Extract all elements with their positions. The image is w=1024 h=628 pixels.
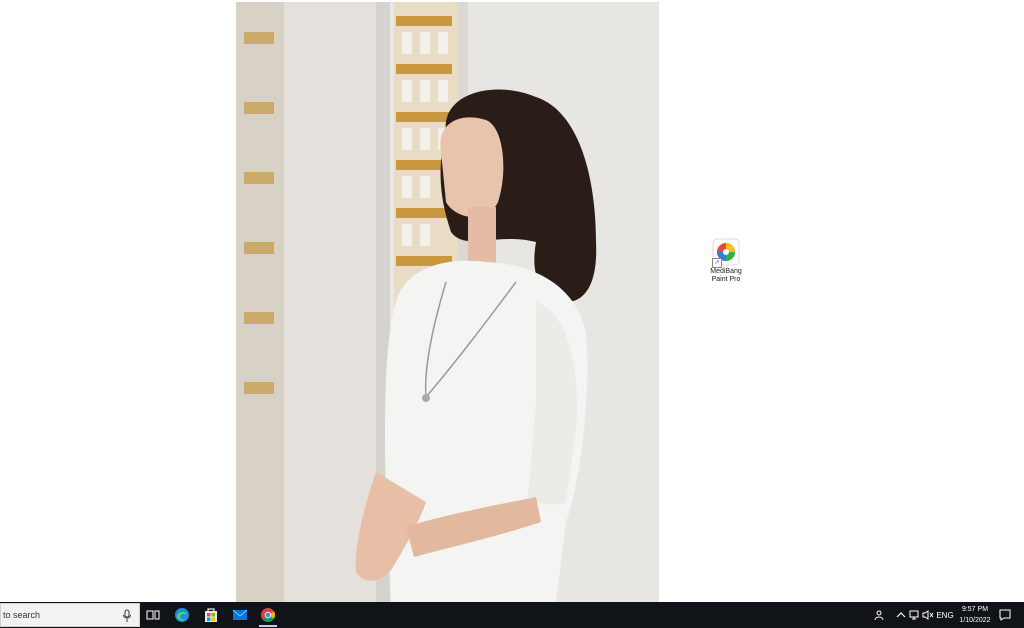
volume-button[interactable] [921,602,935,628]
store-icon [205,608,217,622]
notification-center-icon[interactable] [998,608,1012,622]
wallpaper-photo [236,2,659,602]
clock-date: 1/10/2022 [959,617,991,624]
medibang-app-icon: ↗ [712,238,740,268]
chevron-up-icon [896,612,906,618]
people-button[interactable] [872,602,888,628]
chrome-icon [261,608,275,622]
language-indicator[interactable]: ENG [936,602,954,628]
shortcut-arrow-icon: ↗ [712,258,722,268]
clock[interactable]: 9:57 PM 1/10/2022 [954,604,996,626]
task-view-icon [146,610,160,620]
desktop-icon-medibang[interactable]: ↗ MediBang Paint Pro [704,238,748,284]
people-icon [874,610,884,621]
search-placeholder: to search [3,610,41,620]
edge-icon [175,608,189,622]
edge-button[interactable] [169,603,195,627]
network-button[interactable] [908,602,922,628]
desktop-icon-label: MediBang Paint Pro [710,268,742,283]
mail-button[interactable] [227,603,253,627]
chrome-button[interactable] [255,603,281,627]
volume-muted-icon [922,610,934,620]
microphone-icon[interactable] [121,609,133,623]
taskbar: to search ENG 9:57 PM 1/10/2022 [0,602,1024,628]
show-hidden-icons-button[interactable] [894,602,908,628]
mail-icon [232,609,248,620]
taskbar-search-box[interactable]: to search [0,603,140,627]
wallpaper-illustration [236,2,659,602]
network-icon [909,610,919,620]
task-view-button[interactable] [140,603,166,627]
desktop[interactable]: ↗ MediBang Paint Pro [0,0,1024,602]
store-button[interactable] [198,603,224,627]
clock-time: 9:57 PM [961,606,989,613]
